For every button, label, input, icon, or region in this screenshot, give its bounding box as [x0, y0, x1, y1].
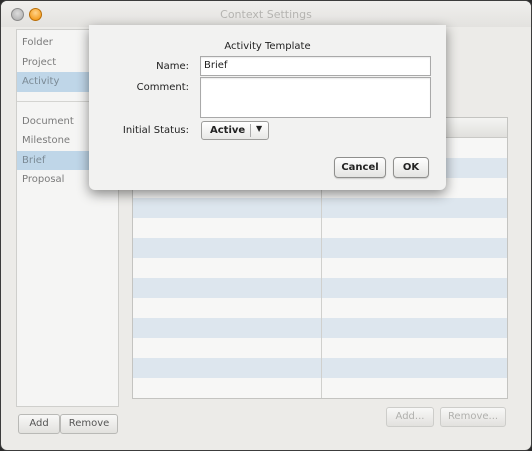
- ok-button[interactable]: OK: [393, 157, 429, 178]
- table-row[interactable]: [133, 198, 507, 218]
- initial-status-value: Active: [210, 125, 246, 136]
- table-row[interactable]: [133, 298, 507, 318]
- activity-template-dialog: Activity Template Name: Brief Comment: I…: [89, 25, 446, 190]
- comment-field[interactable]: [200, 77, 431, 118]
- chevron-down-icon: ▼: [256, 124, 263, 133]
- dialog-title: Activity Template: [224, 41, 311, 52]
- table-row[interactable]: [133, 278, 507, 298]
- name-label: Name:: [156, 61, 189, 72]
- table-row[interactable]: [133, 358, 507, 378]
- remove-template-button[interactable]: Remove...: [440, 407, 506, 427]
- popup-divider: [250, 124, 251, 137]
- table-row[interactable]: [133, 218, 507, 238]
- initial-status-popup[interactable]: Active ▼: [201, 121, 269, 140]
- table-row[interactable]: [133, 318, 507, 338]
- table-row[interactable]: [133, 258, 507, 278]
- name-field[interactable]: Brief: [200, 56, 431, 76]
- add-template-button[interactable]: Add...: [386, 407, 434, 427]
- table-row[interactable]: [133, 238, 507, 258]
- title-bar: Context Settings: [1, 1, 531, 27]
- initial-status-label: Initial Status:: [122, 125, 189, 136]
- context-settings-window: Context Settings Folder Project Activity…: [0, 0, 532, 451]
- window-title: Context Settings: [220, 8, 312, 21]
- comment-label: Comment:: [136, 82, 189, 93]
- table-row[interactable]: [133, 378, 507, 398]
- table-row[interactable]: [133, 338, 507, 358]
- cancel-button[interactable]: Cancel: [334, 157, 386, 178]
- sidebar-remove-button[interactable]: Remove: [60, 414, 118, 434]
- sidebar-add-button[interactable]: Add: [18, 414, 60, 434]
